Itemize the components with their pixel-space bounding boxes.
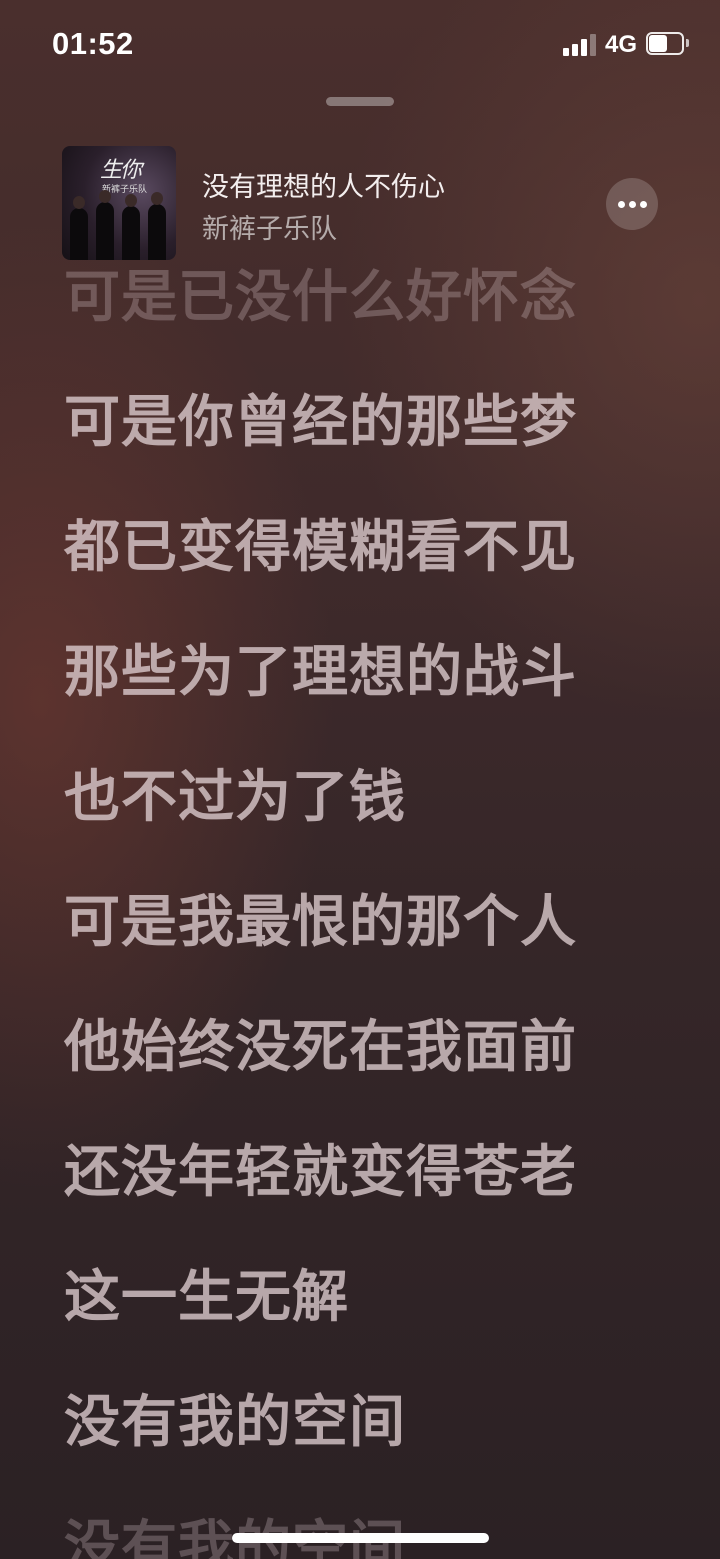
song-title: 没有理想的人不伤心 — [202, 172, 445, 203]
lyric-line[interactable]: 可是你曾经的那些梦 — [64, 388, 577, 458]
ellipsis-icon — [618, 201, 625, 208]
network-type: 4G — [605, 31, 638, 58]
lyric-line[interactable]: 他始终没死在我面前 — [64, 1013, 577, 1083]
sheet-grabber[interactable] — [326, 97, 394, 106]
more-options-button[interactable] — [606, 178, 658, 230]
lyric-line[interactable]: 可是已没什么好怀念 — [64, 265, 577, 333]
lyric-line[interactable]: 可是我最恨的那个人 — [64, 888, 577, 958]
lyric-line[interactable]: 没有我的空间 — [64, 1388, 406, 1458]
lyric-line[interactable]: 那些为了理想的战斗 — [64, 638, 577, 708]
album-art[interactable]: 生你 新裤子乐队 — [62, 146, 176, 260]
lyrics-view[interactable]: 可是已没什么好怀念 可是你曾经的那些梦 都已变得模糊看不见 那些为了理想的战斗 … — [0, 265, 720, 1559]
battery-icon — [646, 32, 689, 55]
home-indicator[interactable] — [232, 1533, 489, 1543]
lyric-line[interactable]: 也不过为了钱 — [64, 763, 406, 833]
now-playing-header: 生你 新裤子乐队 没有理想的人不伤心 新裤子乐队 — [0, 145, 720, 265]
lyric-line[interactable]: 都已变得模糊看不见 — [64, 513, 577, 583]
cellular-signal-icon — [563, 34, 597, 56]
status-bar: 01:52 4G — [0, 0, 720, 90]
lyric-line[interactable]: 还没年轻就变得苍老 — [64, 1138, 577, 1208]
artist-name[interactable]: 新裤子乐队 — [202, 207, 337, 246]
status-time: 01:52 — [52, 26, 134, 61]
album-art-title: 生你 — [100, 158, 142, 183]
lyric-line[interactable]: 这一生无解 — [64, 1263, 349, 1333]
